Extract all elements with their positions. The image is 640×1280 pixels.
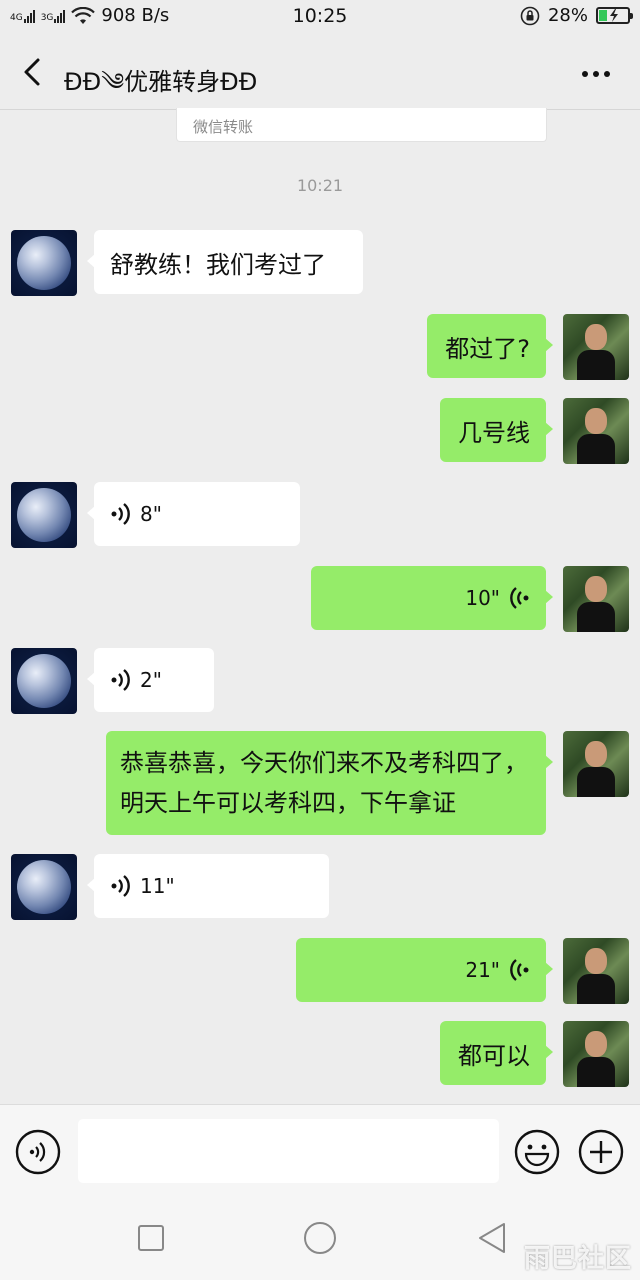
voice-content: 21" — [465, 957, 530, 983]
more-icon — [582, 71, 610, 77]
contact-avatar[interactable] — [11, 854, 77, 920]
chat-input-bar — [0, 1104, 640, 1196]
voice-content: 8" — [110, 501, 162, 527]
back-nav-button[interactable] — [474, 1220, 510, 1256]
voice-duration: 2" — [140, 668, 162, 692]
status-bar: 4G 3G 908 B/s 10:25 28% — [0, 0, 640, 34]
my-avatar[interactable] — [563, 398, 629, 464]
my-avatar[interactable] — [563, 314, 629, 380]
contact-avatar[interactable] — [11, 648, 77, 714]
more-button[interactable] — [580, 56, 612, 86]
back-button[interactable] — [18, 54, 48, 90]
voice-wave-icon — [111, 875, 130, 897]
my-avatar[interactable] — [563, 566, 629, 632]
voice-message-out[interactable]: 10" — [311, 566, 553, 630]
battery-fill — [599, 10, 607, 21]
chat-header: ƉƉ༄优雅转身ƉƉ — [0, 34, 640, 110]
my-avatar[interactable] — [563, 938, 629, 1004]
message-input[interactable] — [78, 1119, 499, 1183]
voice-content: 11" — [110, 873, 175, 899]
message-bubble-out[interactable]: 都过了? — [427, 314, 553, 378]
voice-duration: 10" — [465, 586, 500, 610]
battery-percent: 28% — [547, 5, 588, 26]
message-text: 恭喜恭喜，今天你们来不及考科四了，明天上午可以考科四，下午拿证 — [120, 749, 528, 817]
voice-wave-icon — [510, 587, 529, 609]
voice-message-out[interactable]: 21" — [296, 938, 553, 1002]
emoji-button[interactable] — [514, 1129, 560, 1175]
voice-content: 10" — [465, 585, 530, 611]
voice-wave-icon — [111, 669, 130, 691]
battery-icon — [596, 7, 633, 24]
status-right: 28% — [520, 5, 633, 26]
voice-duration: 8" — [140, 502, 162, 526]
voice-duration: 11" — [140, 874, 175, 898]
voice-message-in[interactable]: 2" — [87, 648, 214, 712]
home-button[interactable] — [302, 1220, 338, 1256]
watermark: 雨巴社区 — [523, 1244, 632, 1274]
voice-wave-icon — [510, 959, 529, 981]
message-text: 几号线 — [458, 418, 530, 447]
my-avatar[interactable] — [563, 731, 629, 797]
recents-button[interactable] — [133, 1220, 169, 1256]
message-text: 都可以 — [458, 1041, 530, 1070]
transfer-label: 微信转账 — [193, 118, 254, 136]
message-text: 都过了? — [445, 334, 530, 363]
message-text: 舒教练！我们考过了 — [110, 250, 326, 279]
voice-wave-icon — [111, 503, 130, 525]
message-bubble-out[interactable]: 恭喜恭喜，今天你们来不及考科四了，明天上午可以考科四，下午拿证 — [106, 731, 553, 835]
wechat-transfer-card[interactable]: 微信转账 — [176, 108, 547, 142]
contact-avatar[interactable] — [11, 230, 77, 296]
contact-avatar[interactable] — [11, 482, 77, 548]
voice-content: 2" — [110, 667, 162, 693]
charging-bolt-icon — [610, 9, 618, 22]
message-bubble-in[interactable]: 舒教练！我们考过了 — [87, 230, 363, 294]
message-timestamp: 10:21 — [296, 176, 344, 195]
voice-message-in[interactable]: 8" — [87, 482, 300, 546]
message-bubble-out[interactable]: 几号线 — [440, 398, 553, 462]
voice-message-in[interactable]: 11" — [87, 854, 329, 918]
message-bubble-out[interactable]: 都可以 — [440, 1021, 553, 1085]
my-avatar[interactable] — [563, 1021, 629, 1087]
voice-duration: 21" — [465, 958, 500, 982]
plus-button[interactable] — [578, 1129, 624, 1175]
rotation-lock-icon — [520, 6, 540, 25]
voice-input-button[interactable] — [15, 1129, 61, 1175]
